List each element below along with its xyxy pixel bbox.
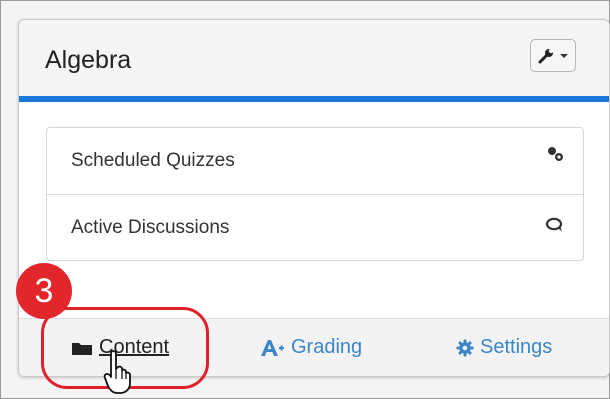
settings-link-label: Settings <box>480 336 553 358</box>
course-tools-dropdown[interactable] <box>530 39 576 72</box>
gear-icon <box>456 339 474 356</box>
caret-down-icon <box>560 53 568 58</box>
grading-link[interactable]: Grading <box>259 336 362 359</box>
list-item-label: Scheduled Quizzes <box>71 150 235 171</box>
course-activity-list: Scheduled Quizzes Active Discussions <box>46 127 584 261</box>
grading-link-label: Grading <box>291 336 363 358</box>
course-title: Algebra <box>45 46 132 74</box>
list-item-active-discussions[interactable]: Active Discussions <box>47 194 583 261</box>
wrench-icon <box>538 48 554 63</box>
settings-link[interactable]: Settings <box>456 336 552 359</box>
course-card-header: Algebra <box>19 20 609 102</box>
discussion-icon <box>545 217 563 231</box>
grade-icon <box>261 339 284 356</box>
step-number-badge: 3 <box>16 263 72 319</box>
list-item-label: Active Discussions <box>71 217 230 238</box>
quiz-link-icon <box>548 147 563 161</box>
hand-cursor-icon <box>103 350 131 394</box>
list-item-scheduled-quizzes[interactable]: Scheduled Quizzes <box>47 128 583 194</box>
